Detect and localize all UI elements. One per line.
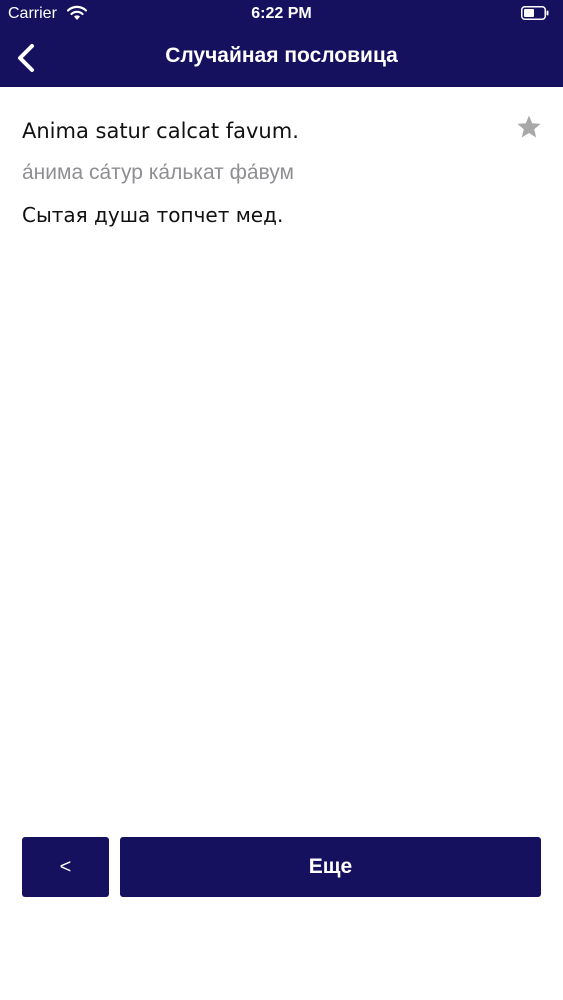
battery-icon xyxy=(521,6,549,20)
status-time: 6:22 PM xyxy=(251,5,312,22)
status-bar: Carrier 6:22 PM xyxy=(0,0,563,30)
previous-button[interactable]: < xyxy=(22,837,109,897)
proverb-transliteration: а́нима са́тур ка́лькат фа́вум xyxy=(22,161,294,184)
page-title: Случайная пословица xyxy=(165,44,398,67)
star-icon[interactable] xyxy=(516,114,542,140)
proverb-translation: Сытая душа топчет мед. xyxy=(22,203,284,227)
top-bar: Carrier 6:22 PM Случайная пословица xyxy=(0,0,563,87)
navigation-bar: Случайная пословица xyxy=(0,30,563,87)
more-button[interactable]: Еще xyxy=(120,837,541,897)
proverb-card: Anima satur calcat favum. а́нима са́тур … xyxy=(22,114,542,230)
proverb-latin: Anima satur calcat favum. xyxy=(22,119,299,143)
previous-button-label: < xyxy=(59,855,72,878)
more-button-label: Еще xyxy=(308,855,353,878)
